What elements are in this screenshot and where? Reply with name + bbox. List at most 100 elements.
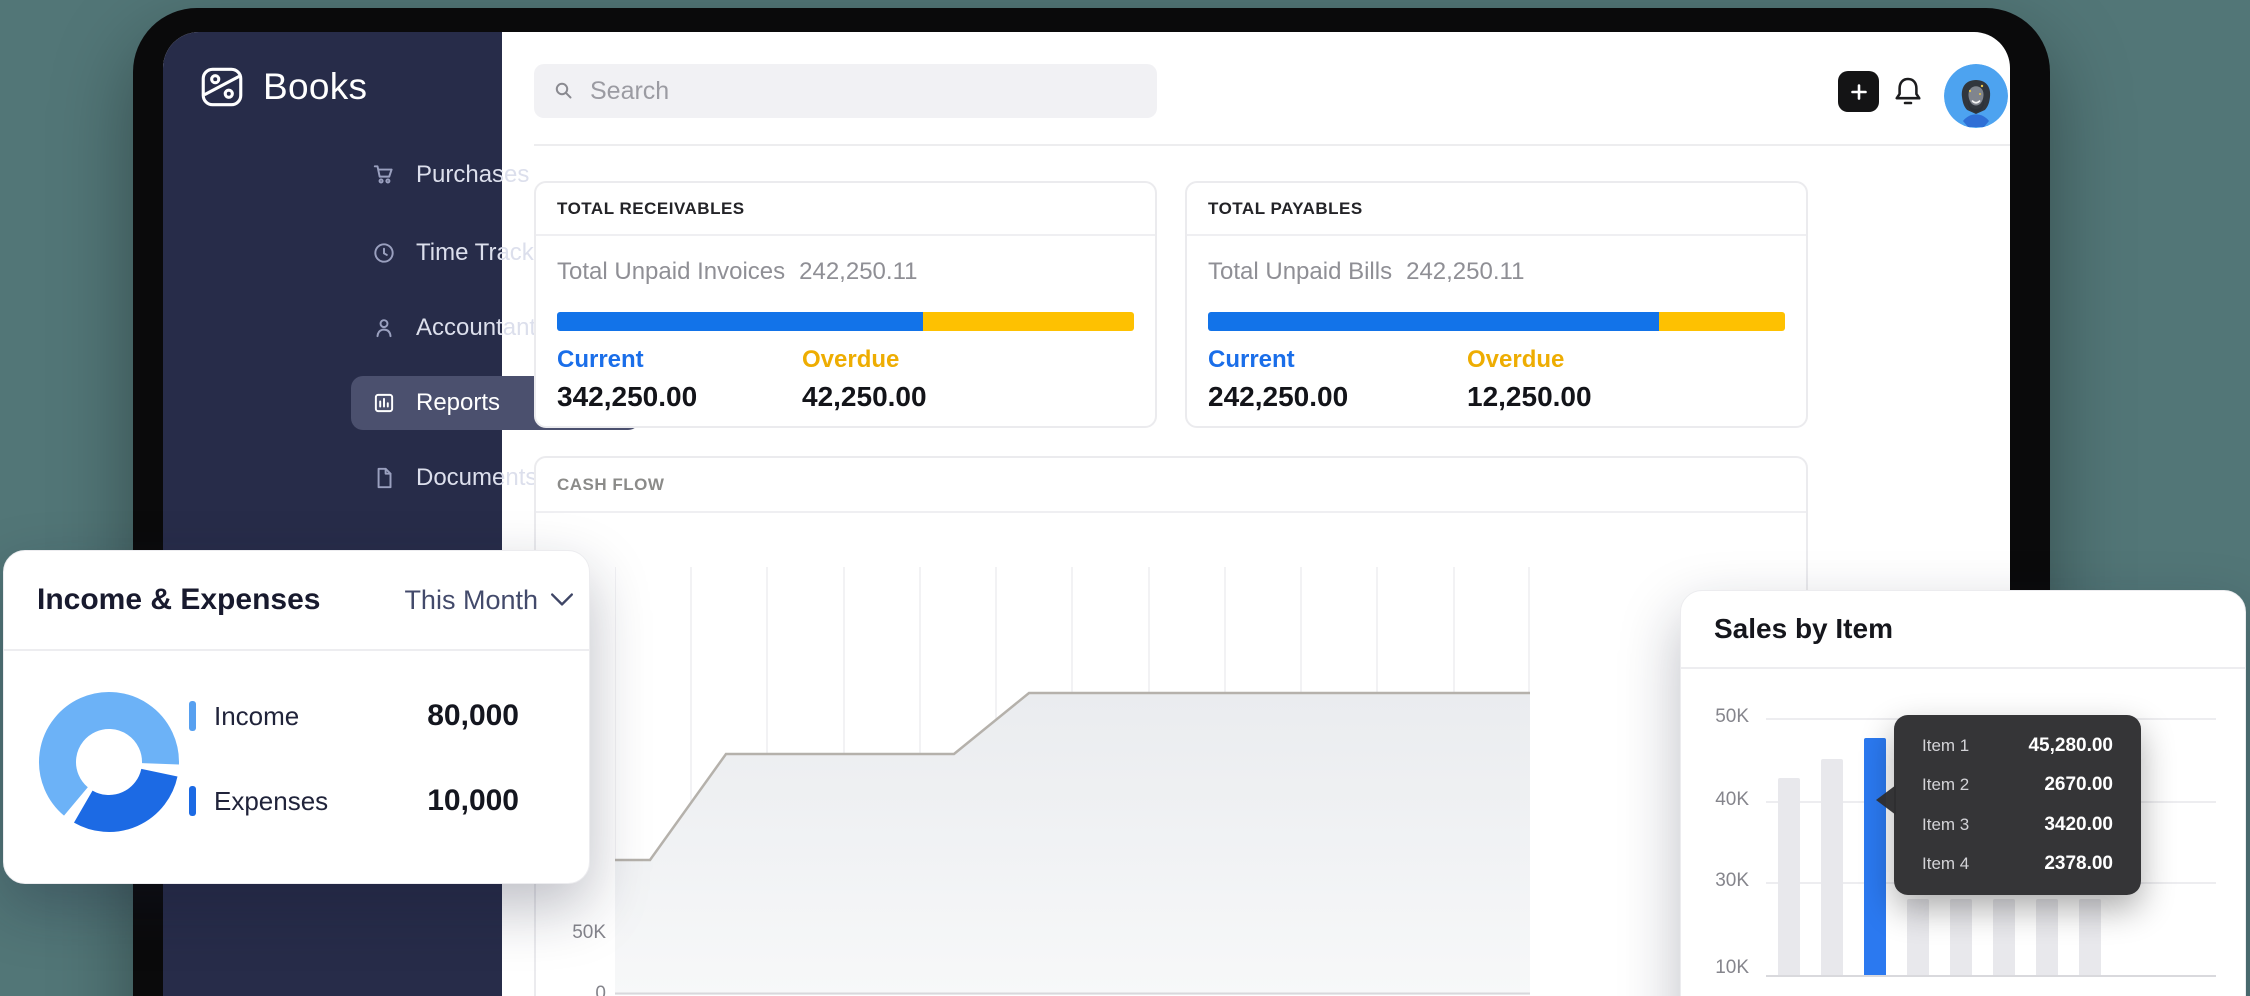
plus-icon [1846, 79, 1872, 105]
sidebar-item-label: Accountant [416, 314, 536, 342]
sales-bar-5[interactable] [1950, 899, 1972, 975]
tooltip-item-label: Item 3 [1922, 815, 1969, 835]
tooltip-item-label: Item 4 [1922, 854, 1969, 874]
cash-flow-card: CASH FLOW 50K 0 [534, 456, 1808, 996]
income-marker-icon [189, 701, 196, 731]
user-avatar[interactable] [1944, 64, 2008, 128]
sales-ytick: 10K [1699, 957, 1749, 979]
card-title: TOTAL RECEIVABLES [557, 199, 745, 219]
tooltip-row: Item 4 2378.00 [1922, 853, 2113, 875]
sales-tooltip: Item 1 45,280.00 Item 2 2670.00 Item 3 3… [1894, 715, 2141, 895]
sales-bar-4[interactable] [1907, 899, 1929, 975]
legend-income: Income 80,000 [189, 696, 519, 736]
card-title: CASH FLOW [557, 475, 664, 495]
period-dropdown[interactable]: This Month [404, 585, 574, 616]
legend-expenses: Expenses 10,000 [189, 781, 519, 821]
income-value: 80,000 [427, 699, 519, 733]
sales-bar-2[interactable] [1821, 759, 1843, 975]
tooltip-item-value: 45,280.00 [2028, 735, 2113, 757]
total-payables-card: TOTAL PAYABLES Total Unpaid Bills 242,25… [1185, 181, 1808, 428]
total-receivables-card: TOTAL RECEIVABLES Total Unpaid Invoices … [534, 181, 1157, 428]
tooltip-item-value: 2378.00 [2044, 853, 2113, 875]
income-expenses-card: Income & Expenses This Month Income 80,0… [3, 550, 590, 884]
card-title: TOTAL PAYABLES [1208, 199, 1363, 219]
unpaid-label: Total Unpaid Bills [1208, 258, 1392, 286]
current-label: Current [557, 346, 802, 374]
sidebar-item-label: Reports [416, 389, 500, 417]
search-input[interactable] [588, 76, 1112, 107]
cashflow-ytick-50k: 50K [546, 922, 606, 944]
tooltip-item-value: 3420.00 [2044, 814, 2113, 836]
brand: Books [197, 62, 367, 112]
cash-flow-area [615, 693, 1530, 995]
card-header: CASH FLOW [536, 458, 1806, 513]
tooltip-row: Item 1 45,280.00 [1922, 735, 2113, 757]
sales-by-item-card: Sales by Item 50K 40K 30K 10K Item 1 45,… [1680, 590, 2246, 996]
cashflow-ytick-0: 0 [546, 983, 606, 996]
overdue-label: Overdue [802, 346, 1047, 374]
current-segment [557, 312, 923, 331]
card-header: TOTAL RECEIVABLES [536, 183, 1155, 236]
tooltip-item-value: 2670.00 [2044, 774, 2113, 796]
unpaid-value: 242,250.11 [799, 258, 917, 286]
add-new-button[interactable] [1838, 71, 1879, 112]
payables-progress-bar [1208, 312, 1785, 331]
sales-ytick: 50K [1699, 706, 1749, 728]
period-value: This Month [404, 585, 538, 616]
tooltip-item-label: Item 1 [1922, 736, 1969, 756]
document-icon [371, 465, 397, 491]
search-bar[interactable] [534, 64, 1157, 118]
topbar-divider [534, 144, 2010, 146]
tooltip-row: Item 2 2670.00 [1922, 774, 2113, 796]
expenses-value: 10,000 [427, 784, 519, 818]
cash-flow-area-chart [615, 567, 1530, 995]
unpaid-label: Total Unpaid Invoices [557, 258, 785, 286]
sales-ytick: 40K [1699, 789, 1749, 811]
expenses-label: Expenses [214, 786, 328, 817]
unpaid-value: 242,250.11 [1406, 258, 1524, 286]
overdue-segment [923, 312, 1134, 331]
sales-bar-8[interactable] [2079, 899, 2101, 975]
current-segment [1208, 312, 1659, 331]
sales-bar-3-highlighted[interactable] [1864, 738, 1886, 975]
x-axis [1766, 975, 2216, 977]
search-icon [552, 79, 576, 103]
income-label: Income [214, 701, 299, 732]
cart-icon [371, 162, 397, 188]
unpaid-summary: Total Unpaid Invoices 242,250.11 [557, 258, 1134, 286]
income-expenses-donut-chart [36, 689, 182, 835]
current-value: 342,250.00 [557, 381, 802, 413]
sales-bar-6[interactable] [1993, 899, 2015, 975]
card-header: Income & Expenses This Month [4, 551, 589, 651]
tooltip-row: Item 3 3420.00 [1922, 814, 2113, 836]
card-title: Sales by Item [1714, 613, 1893, 645]
sales-bar-7[interactable] [2036, 899, 2058, 975]
sidebar-item-label: Documents [416, 464, 537, 492]
overdue-value: 42,250.00 [802, 381, 1047, 413]
avatar-illustration [1944, 64, 2008, 128]
card-header: TOTAL PAYABLES [1187, 183, 1806, 236]
overdue-segment [1659, 312, 1785, 331]
notifications-button[interactable] [1886, 69, 1930, 113]
tooltip-item-label: Item 2 [1922, 775, 1969, 795]
sidebar-item-label: Purchases [416, 161, 529, 189]
clock-icon [371, 240, 397, 266]
receivables-progress-bar [557, 312, 1134, 331]
unpaid-summary: Total Unpaid Bills 242,250.11 [1208, 258, 1785, 286]
books-logo-icon [197, 62, 247, 112]
bell-icon [1890, 73, 1926, 109]
expenses-marker-icon [189, 786, 196, 816]
bar-chart-icon [371, 390, 397, 416]
card-header: Sales by Item [1681, 591, 2245, 669]
card-title: Income & Expenses [37, 583, 320, 617]
sales-bar-1[interactable] [1778, 778, 1800, 975]
chevron-down-icon [550, 588, 574, 612]
expenses-donut-segment [83, 773, 159, 814]
current-label: Current [1208, 346, 1467, 374]
brand-name: Books [263, 66, 367, 108]
overdue-value: 12,250.00 [1467, 381, 1712, 413]
accountant-icon [371, 315, 397, 341]
overdue-label: Overdue [1467, 346, 1712, 374]
current-value: 242,250.00 [1208, 381, 1467, 413]
marketing-hero-background: Books Purchases Time Tracking Accountant [0, 0, 2250, 996]
